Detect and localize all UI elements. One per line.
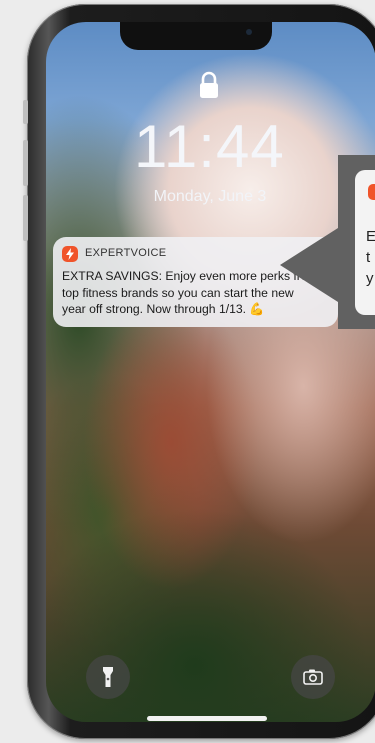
preview-line: y xyxy=(366,270,374,287)
clock-time: 11:44 xyxy=(134,113,285,180)
home-indicator[interactable] xyxy=(147,716,267,721)
volume-down-button xyxy=(23,195,28,241)
zoomed-notification-preview: E t y xyxy=(355,170,375,315)
flashlight-button[interactable] xyxy=(86,655,130,699)
mute-switch xyxy=(23,100,28,124)
preview-line: E xyxy=(366,228,375,245)
lock-icon xyxy=(197,70,221,100)
notification-app-name: EXPERTVOICE xyxy=(85,247,167,259)
flashlight-icon xyxy=(103,667,113,687)
camera-button[interactable] xyxy=(291,655,335,699)
preview-line: t xyxy=(366,249,371,266)
notch xyxy=(120,22,272,50)
volume-up-button xyxy=(23,140,28,186)
expertvoice-bolt-icon xyxy=(368,184,375,200)
zoom-callout-pointer xyxy=(280,228,338,302)
clock-date: Monday, June 3 xyxy=(153,188,267,205)
front-camera xyxy=(246,29,252,35)
camera-icon xyxy=(303,669,323,685)
expertvoice-bolt-icon xyxy=(62,246,78,262)
